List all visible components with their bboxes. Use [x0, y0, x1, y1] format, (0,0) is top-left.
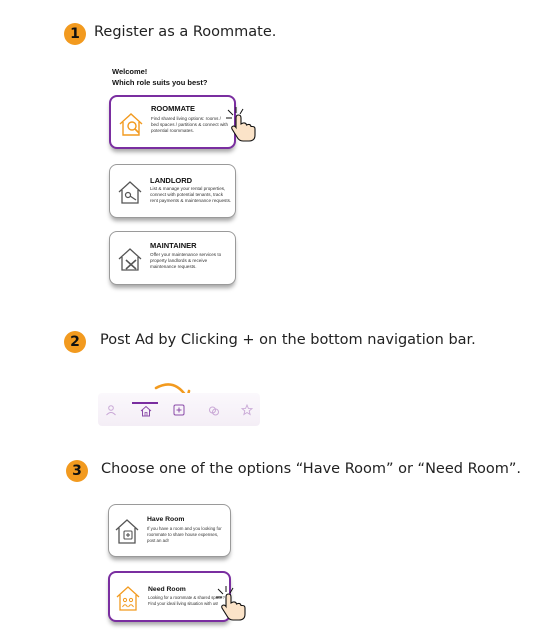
- role-title: LANDLORD: [150, 176, 193, 185]
- welcome-heading: Welcome! Which role suits you best?: [112, 66, 207, 88]
- role-card-maintainer[interactable]: MAINTAINER Offer your maintenance servic…: [109, 231, 236, 285]
- step-2-number: 2: [64, 331, 86, 353]
- welcome-line: Welcome!: [112, 67, 148, 76]
- chat-icon[interactable]: [208, 405, 220, 417]
- star-icon[interactable]: [241, 404, 253, 416]
- step-2-text: Post Ad by Clicking + on the bottom navi…: [100, 332, 476, 348]
- role-card-roommate[interactable]: ROOMMATE Find shared living options: roo…: [109, 95, 236, 149]
- role-card-landlord[interactable]: LANDLORD List & manage your rental prope…: [109, 164, 236, 218]
- add-post-icon[interactable]: [173, 404, 185, 416]
- role-title: MAINTAINER: [150, 241, 197, 250]
- step-1-text: Register as a Roommate.: [94, 24, 277, 40]
- house-search-icon: [119, 113, 143, 136]
- profile-icon[interactable]: [105, 404, 117, 416]
- bottom-navigation-bar: [98, 393, 260, 426]
- house-plus-icon: [115, 519, 139, 544]
- option-title: Need Room: [148, 586, 186, 593]
- house-tools-icon: [118, 248, 142, 271]
- option-title: Have Room: [147, 516, 185, 523]
- step-3-number: 3: [66, 460, 88, 482]
- option-description: If you have a room and you looking for r…: [147, 526, 222, 543]
- step-3-text: Choose one of the options “Have Room” or…: [101, 461, 521, 477]
- role-description: Find shared living options: rooms / bed …: [151, 116, 229, 133]
- house-key-icon: [118, 181, 142, 204]
- home-icon[interactable]: [140, 405, 152, 417]
- role-question: Which role suits you best?: [112, 78, 208, 87]
- have-room-option[interactable]: Have Room If you have a room and you loo…: [108, 504, 231, 557]
- home-tab-indicator: [132, 402, 158, 404]
- role-description: Offer your maintenance services to prope…: [150, 252, 222, 269]
- role-title: ROOMMATE: [151, 104, 196, 113]
- hand-pointer-icon: [226, 107, 256, 142]
- step-1-number: 1: [64, 23, 86, 45]
- role-description: List & manage your rental properties, co…: [150, 186, 232, 203]
- house-people-icon: [116, 586, 140, 611]
- hand-pointer-icon: [216, 586, 246, 621]
